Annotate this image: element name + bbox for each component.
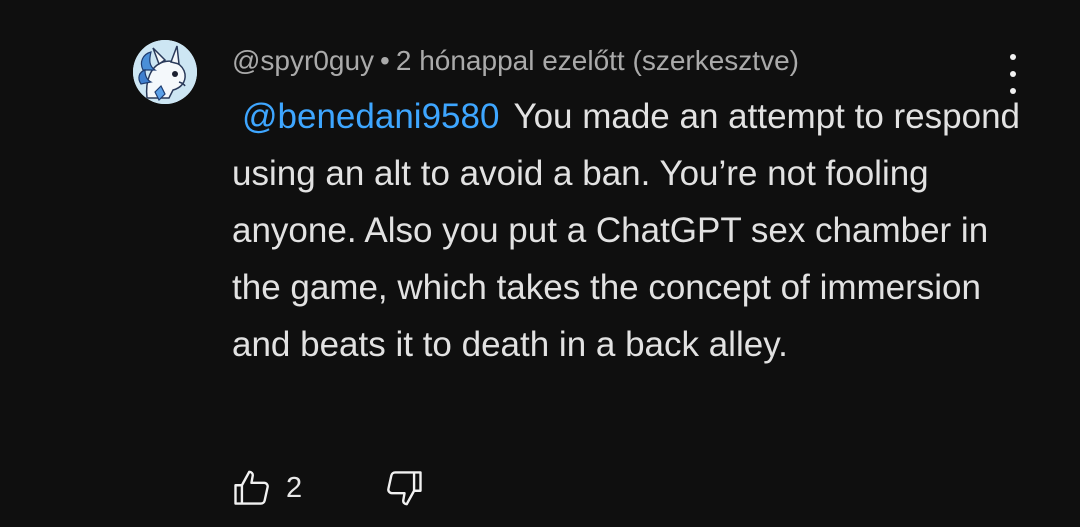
like-count: 2 [286,471,303,504]
comment-timestamp[interactable]: 2 hónappal ezelőtt (szerkesztve) [396,45,799,76]
mention-link[interactable]: @benedani9580 [242,97,499,136]
more-vert-icon-dot [1010,71,1016,77]
comment-actions: 2 [230,463,426,513]
comment-item: @spyr0guy • 2 hónappal ezelőtt (szerkesztv… [0,0,1080,527]
comment-meta: @spyr0guy • 2 hónappal ezelőtt (szerkesztv… [232,44,799,78]
thumb-up-icon [234,470,269,505]
comment-body: You made an attempt to respond using an … [232,97,1020,364]
thumb-down-icon [387,471,422,506]
dislike-button[interactable] [382,466,426,510]
avatar-image [133,40,197,104]
like-button[interactable]: 2 [230,466,302,510]
author-name[interactable]: @spyr0guy [232,45,374,76]
more-vert-icon [1010,54,1016,60]
avatar[interactable] [133,40,197,104]
meta-separator: • [380,45,390,76]
comment-text: @benedani9580 You made an attempt to resp… [232,88,1022,373]
